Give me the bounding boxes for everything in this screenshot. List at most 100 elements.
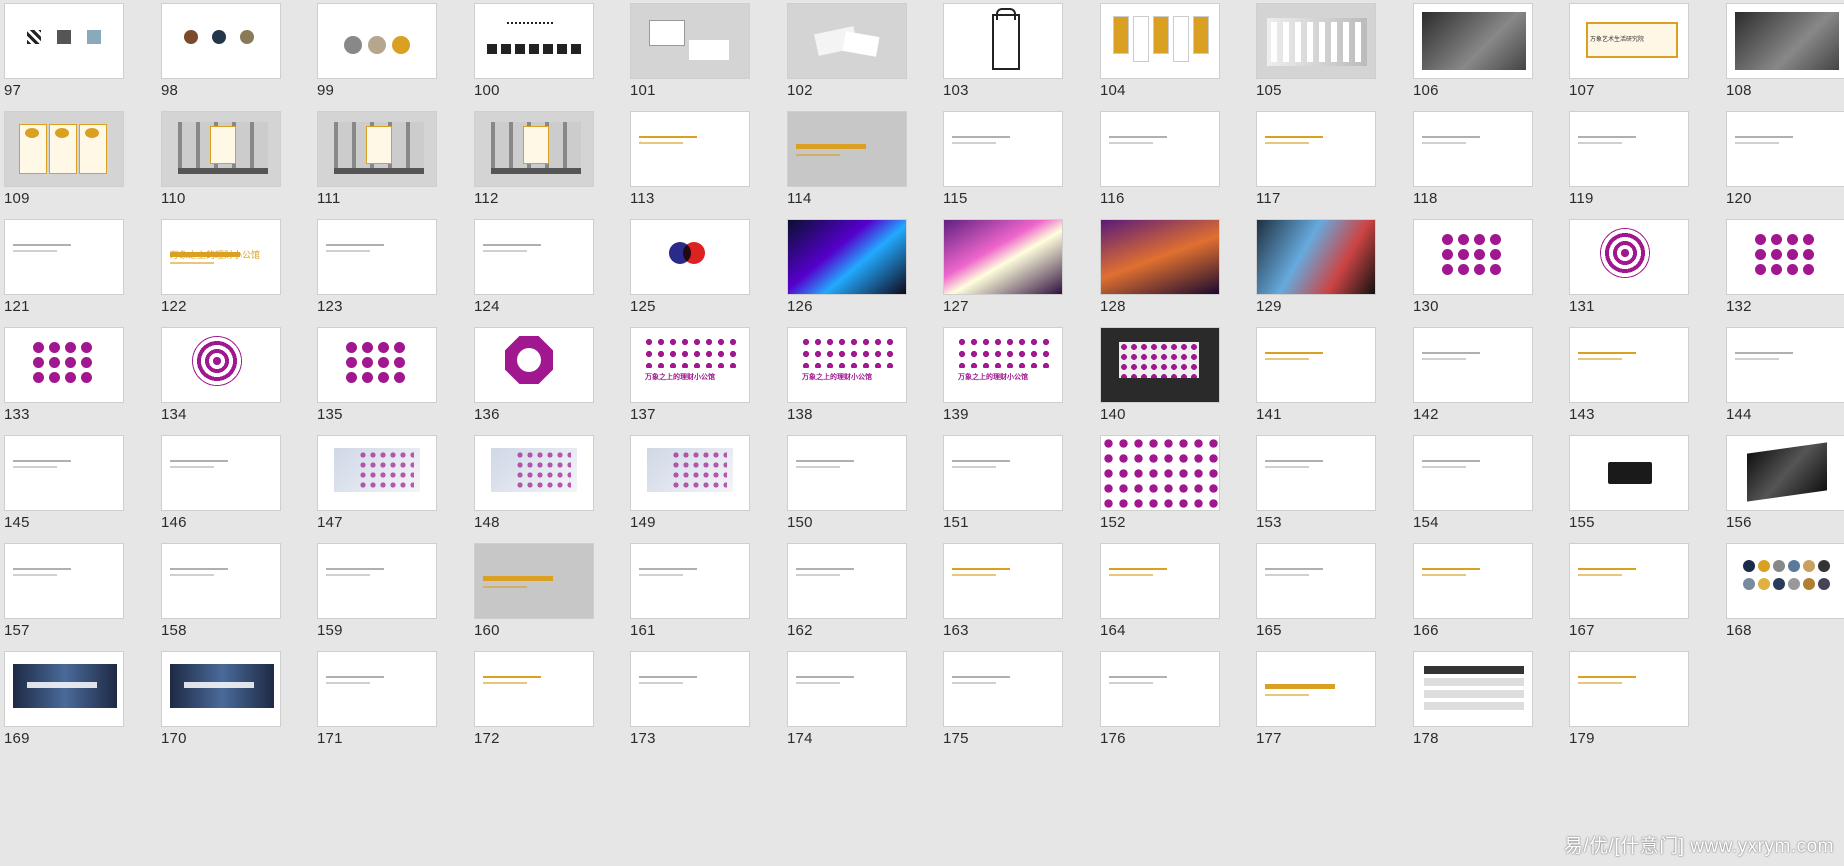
- slide-preview[interactable]: [787, 3, 907, 79]
- slide-preview[interactable]: [1569, 327, 1689, 403]
- slide-preview[interactable]: [1413, 111, 1533, 187]
- slide-preview[interactable]: [161, 327, 281, 403]
- slide-preview[interactable]: [4, 327, 124, 403]
- slide-preview[interactable]: 万象之上的理财小公馆: [787, 327, 907, 403]
- slide-preview[interactable]: [787, 219, 907, 295]
- slide-preview[interactable]: [4, 3, 124, 79]
- slide-preview[interactable]: 万象艺术生活研究院: [1569, 3, 1689, 79]
- slide-thumbnail[interactable]: 173: [626, 648, 782, 775]
- slide-preview[interactable]: [1100, 543, 1220, 619]
- slide-preview[interactable]: [161, 435, 281, 511]
- slide-preview[interactable]: [1726, 327, 1844, 403]
- slide-preview[interactable]: [1100, 219, 1220, 295]
- slide-preview[interactable]: [943, 435, 1063, 511]
- slide-preview[interactable]: [630, 543, 750, 619]
- slide-thumbnail[interactable]: 171: [313, 648, 469, 775]
- slide-preview[interactable]: [474, 219, 594, 295]
- slide-preview[interactable]: [1413, 435, 1533, 511]
- slide-preview[interactable]: [1413, 327, 1533, 403]
- slide-thumbnail[interactable]: 168: [1722, 540, 1844, 667]
- slide-preview[interactable]: [943, 3, 1063, 79]
- slide-preview[interactable]: [943, 543, 1063, 619]
- slide-preview[interactable]: [4, 219, 124, 295]
- slide-thumbnail[interactable]: 169: [0, 648, 156, 775]
- slide-preview[interactable]: [1569, 435, 1689, 511]
- slide-preview[interactable]: [787, 111, 907, 187]
- slide-preview[interactable]: [1256, 435, 1376, 511]
- slide-preview[interactable]: 万象之上的理财小公馆: [630, 327, 750, 403]
- slide-preview[interactable]: [1100, 3, 1220, 79]
- slide-preview[interactable]: [943, 111, 1063, 187]
- slide-preview[interactable]: [1100, 327, 1220, 403]
- slide-preview[interactable]: [1726, 111, 1844, 187]
- slide-preview[interactable]: [630, 3, 750, 79]
- slide-preview[interactable]: [4, 435, 124, 511]
- slide-preview[interactable]: [1726, 219, 1844, 295]
- slide-preview[interactable]: [943, 651, 1063, 727]
- slide-thumbnail[interactable]: 179: [1565, 648, 1721, 775]
- slide-preview[interactable]: [1569, 219, 1689, 295]
- slide-preview[interactable]: 万象之上的理财小公馆: [161, 219, 281, 295]
- slide-preview[interactable]: [1100, 651, 1220, 727]
- slide-preview[interactable]: [1256, 219, 1376, 295]
- slide-preview[interactable]: [317, 219, 437, 295]
- slide-preview[interactable]: 万象之上的理财小公馆: [943, 327, 1063, 403]
- slide-preview[interactable]: [787, 543, 907, 619]
- slide-preview[interactable]: [943, 219, 1063, 295]
- slide-preview[interactable]: [1256, 543, 1376, 619]
- slide-preview[interactable]: [317, 435, 437, 511]
- slide-preview[interactable]: [1726, 435, 1844, 511]
- shape-row: [487, 44, 583, 54]
- slide-preview[interactable]: [630, 435, 750, 511]
- slide-preview[interactable]: [630, 651, 750, 727]
- slide-preview[interactable]: [317, 543, 437, 619]
- slide-preview[interactable]: [4, 543, 124, 619]
- slide-preview[interactable]: [1413, 219, 1533, 295]
- slide-preview[interactable]: ·: [630, 111, 750, 187]
- slide-thumbnail[interactable]: 176: [1096, 648, 1252, 775]
- slide-preview[interactable]: [1413, 3, 1533, 79]
- slide-preview[interactable]: [1100, 111, 1220, 187]
- slide-preview[interactable]: [317, 651, 437, 727]
- slide-preview[interactable]: [474, 543, 594, 619]
- slide-preview[interactable]: [1569, 543, 1689, 619]
- dot: [1771, 234, 1782, 245]
- slide-preview[interactable]: [474, 111, 594, 187]
- slide-thumbnail[interactable]: 177: [1252, 648, 1408, 775]
- slide-preview[interactable]: [4, 651, 124, 727]
- slide-preview[interactable]: [1256, 111, 1376, 187]
- slide-thumbnail[interactable]: 174: [783, 648, 939, 775]
- slide-preview[interactable]: [1256, 651, 1376, 727]
- poster-mark: [55, 128, 69, 138]
- slide-preview[interactable]: [787, 435, 907, 511]
- slide-preview[interactable]: [1100, 435, 1220, 511]
- slide-preview[interactable]: [161, 543, 281, 619]
- slide-preview[interactable]: [1256, 327, 1376, 403]
- slide-preview[interactable]: [474, 3, 594, 79]
- slide-preview[interactable]: [1726, 3, 1844, 79]
- slide-preview[interactable]: [317, 327, 437, 403]
- slide-preview[interactable]: [630, 219, 750, 295]
- slide-preview[interactable]: [161, 3, 281, 79]
- slide-thumbnail[interactable]: 175: [939, 648, 1095, 775]
- slide-preview[interactable]: [1413, 543, 1533, 619]
- slide-preview[interactable]: [161, 111, 281, 187]
- slide-preview[interactable]: [317, 3, 437, 79]
- slide-preview[interactable]: [1413, 651, 1533, 727]
- slide-preview[interactable]: [787, 651, 907, 727]
- slide-thumbnail[interactable]: 170: [157, 648, 313, 775]
- slide-preview[interactable]: [1256, 3, 1376, 79]
- slide-thumbnail[interactable]: 178: [1409, 648, 1565, 775]
- slide-preview[interactable]: [4, 111, 124, 187]
- slide-preview[interactable]: [1569, 111, 1689, 187]
- slide-preview[interactable]: [1726, 543, 1844, 619]
- slide-preview[interactable]: [161, 651, 281, 727]
- slide-preview[interactable]: [474, 651, 594, 727]
- text-line: [1109, 142, 1153, 144]
- slide-preview[interactable]: [474, 327, 594, 403]
- slide-preview[interactable]: [317, 111, 437, 187]
- slide-number: 136: [474, 406, 500, 423]
- slide-preview[interactable]: [1569, 651, 1689, 727]
- slide-thumbnail[interactable]: 172: [470, 648, 626, 775]
- slide-preview[interactable]: [474, 435, 594, 511]
